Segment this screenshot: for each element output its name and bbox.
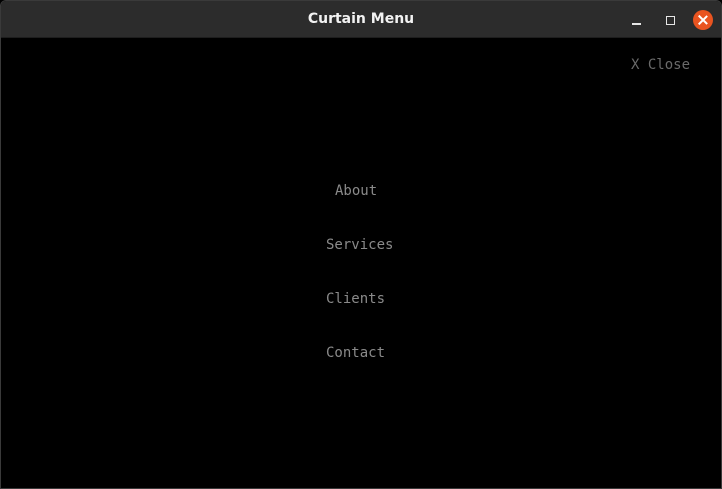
curtain-overlay: X Close About Services Clients Contact: [1, 38, 721, 488]
window-title: Curtain Menu: [307, 11, 415, 27]
app-window: Curtain Menu X Close About Services Clie…: [0, 0, 722, 489]
close-icon: [698, 15, 708, 25]
menu-item-clients[interactable]: Clients: [326, 291, 385, 307]
menu-item-about[interactable]: About: [335, 183, 377, 199]
title-bar: Curtain Menu: [1, 1, 721, 38]
overlay-close-link[interactable]: X Close: [631, 57, 690, 73]
window-close-button[interactable]: [693, 10, 713, 30]
menu-item-services[interactable]: Services: [326, 237, 393, 253]
maximize-icon: [665, 15, 675, 25]
menu-item-contact[interactable]: Contact: [326, 345, 385, 361]
maximize-button[interactable]: [660, 10, 680, 30]
minimize-icon: [631, 22, 641, 25]
minimize-button[interactable]: [626, 10, 646, 30]
